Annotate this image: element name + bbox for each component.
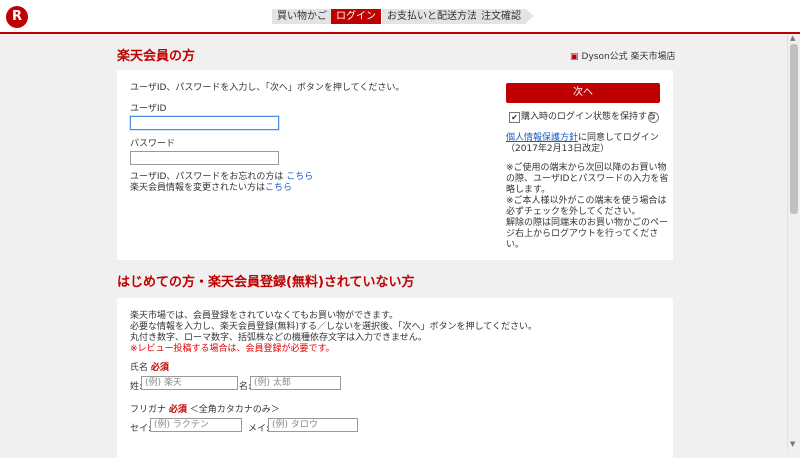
name-field-label: 氏名 必須 bbox=[130, 362, 169, 374]
login-note: い。 bbox=[506, 240, 525, 250]
step-confirm: 注文確認 bbox=[476, 9, 534, 24]
shop-name-label: Dyson公式 楽天市場店 bbox=[581, 52, 676, 62]
forgot-text: ユーザID、パスワードをお忘れの方は bbox=[130, 172, 284, 182]
sei-input[interactable] bbox=[150, 418, 242, 432]
change-text: 楽天会員情報を変更されたい方は bbox=[130, 183, 266, 193]
keep-login-checkbox[interactable]: ✔ bbox=[509, 112, 520, 123]
mei-input[interactable] bbox=[268, 418, 358, 432]
password-input[interactable] bbox=[130, 151, 279, 165]
step-login: ログイン bbox=[331, 9, 381, 24]
scroll-up-icon[interactable]: ▲ bbox=[790, 34, 795, 42]
kana-field-label: フリガナ 必須 ＜全角カタカナのみ＞ bbox=[130, 404, 280, 416]
member-section-title: 楽天会員の方 bbox=[117, 49, 196, 64]
login-instruction: ユーザID、パスワードを入力し、「次へ」ボタンを押してください。 bbox=[130, 83, 405, 93]
privacy-policy-link[interactable]: 個人情報保護方針 bbox=[506, 133, 578, 143]
shop-name[interactable]: ▣ Dyson公式 楽天市場店 bbox=[570, 49, 676, 62]
help-icon[interactable]: ? bbox=[648, 112, 659, 123]
step-cart: 買い物かご bbox=[272, 9, 332, 24]
review-note: ※レビュー投稿する場合は、会員登録が必要です。 bbox=[130, 344, 335, 354]
kana-hint: ＜全角カタカナのみ＞ bbox=[189, 405, 280, 415]
scroll-down-icon[interactable]: ▼ bbox=[790, 440, 795, 448]
change-link[interactable]: こちら bbox=[265, 183, 292, 193]
password-label: パスワード bbox=[130, 139, 176, 149]
privacy-date: （2017年2月13日改定） bbox=[506, 144, 610, 154]
rakuten-logo-icon[interactable]: R bbox=[6, 6, 28, 28]
first-name-input[interactable] bbox=[250, 376, 341, 390]
required-badge: 必須 bbox=[168, 405, 187, 415]
change-line: 楽天会員情報を変更されたい方はこちら bbox=[130, 182, 292, 194]
header: R 買い物かご ログイン お支払いと配送方法 注文確認 bbox=[0, 0, 800, 34]
guest-panel: 楽天市場では、会員登録をされていなくてもお買い物ができます。 必要な情報を入力し… bbox=[117, 298, 673, 458]
userid-label: ユーザID bbox=[130, 104, 167, 114]
name-label: 氏名 bbox=[130, 363, 149, 373]
mei-label: メイ: bbox=[248, 424, 270, 434]
shop-icon: ▣ bbox=[570, 52, 579, 62]
guest-section-title: はじめての方・楽天会員登録(無料)されていない方 bbox=[117, 275, 415, 290]
last-name-input[interactable] bbox=[141, 376, 238, 390]
userid-input[interactable] bbox=[130, 116, 279, 130]
sei-label: セイ: bbox=[130, 424, 152, 434]
privacy-suffix: に同意してログイン bbox=[578, 133, 659, 143]
required-badge: 必須 bbox=[150, 363, 169, 373]
kana-label: フリガナ bbox=[130, 405, 167, 415]
step-payment-shipping: お支払いと配送方法 bbox=[382, 9, 482, 24]
keep-login-label[interactable]: 購入時のログイン状態を保持する bbox=[521, 111, 656, 123]
scroll-thumb[interactable] bbox=[790, 44, 798, 214]
page-scrollbar[interactable]: ▲ ▼ bbox=[787, 34, 800, 450]
login-next-button[interactable]: 次へ bbox=[506, 83, 660, 103]
login-note: ジ右上からログアウトを行ってくださ bbox=[506, 229, 659, 239]
member-login-panel: ユーザID、パスワードを入力し、「次へ」ボタンを押してください。 ユーザID パ… bbox=[117, 70, 673, 260]
forgot-link[interactable]: こちら bbox=[286, 172, 313, 182]
